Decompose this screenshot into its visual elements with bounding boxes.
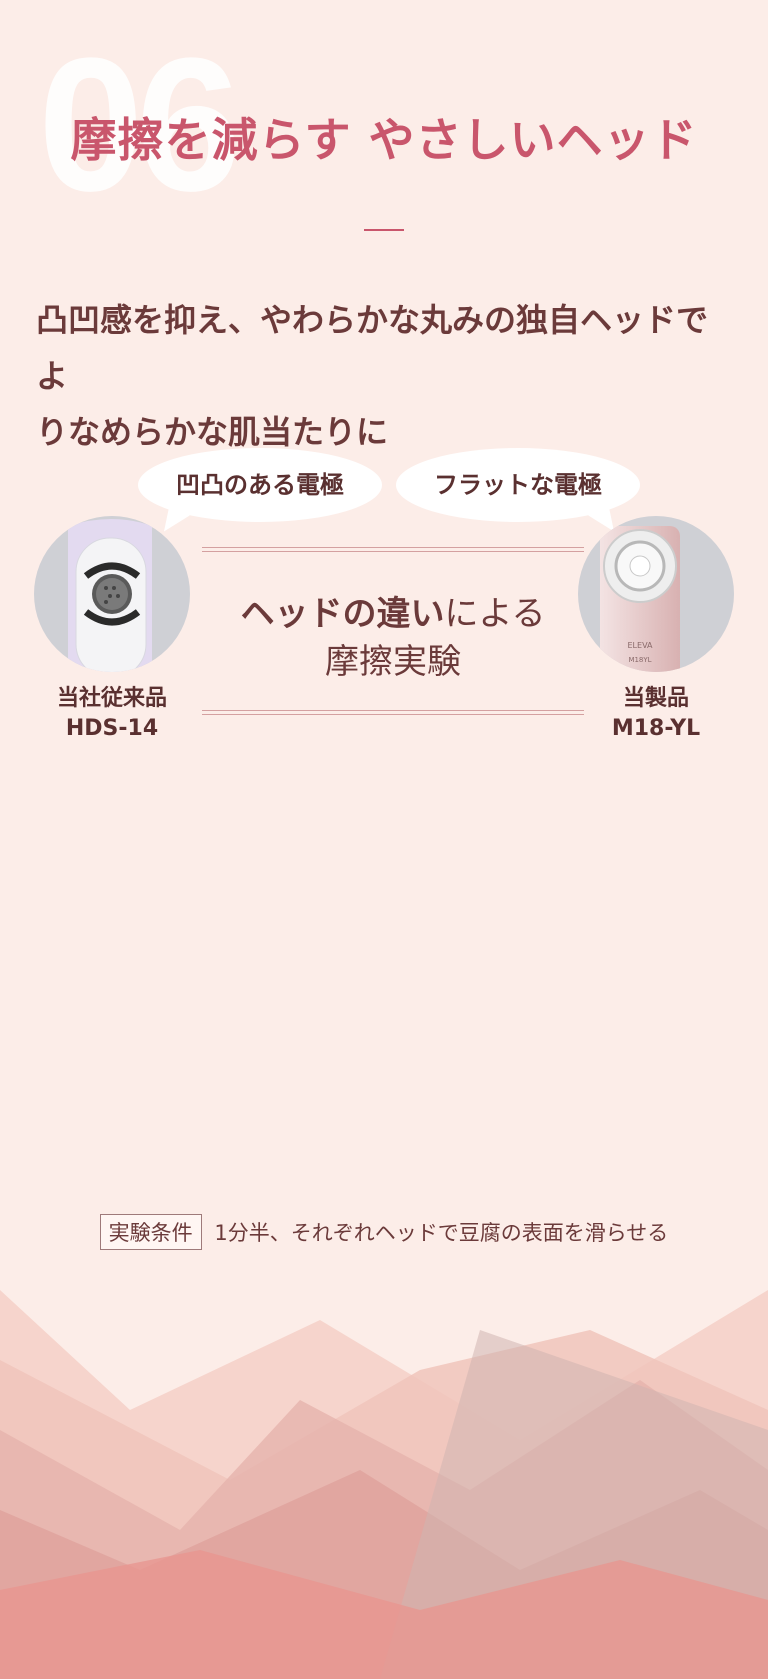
speech-bubble-flat: フラットな電極 xyxy=(396,448,640,539)
old-product-model: HDS-14 xyxy=(65,716,159,741)
conditions-label: 実験条件 xyxy=(99,1214,202,1250)
old-product-label: 当社従来品 xyxy=(56,686,167,711)
experiment-title: ヘッドの違いによる 摩擦実験 xyxy=(202,590,584,686)
section-title: 摩擦を減らす やさしいヘッド xyxy=(70,113,698,167)
experiment-title-rest: による xyxy=(444,594,546,634)
new-product-label: 当製品 xyxy=(622,686,689,711)
old-product-head-image xyxy=(34,516,190,672)
experiment-title-line-1: ヘッドの違いによる xyxy=(202,590,584,638)
lead-line-2: りなめらかな肌当たりに xyxy=(36,413,389,451)
new-product-model: M18-YL xyxy=(611,716,701,741)
bubble-label-flat: フラットな電極 xyxy=(434,471,602,499)
experiment-conditions: 実験条件 1分半、それぞれヘッドで豆腐の表面を滑らせる xyxy=(0,1214,768,1250)
frame-line-bottom xyxy=(202,714,584,715)
new-product-head-image: ELEVA M18YL xyxy=(578,516,734,672)
speech-bubble-bumpy: 凹凸のある電極 xyxy=(138,448,382,539)
device-print: ELEVA xyxy=(628,641,654,650)
new-product-caption: 当製品 M18-YL xyxy=(576,684,736,744)
title-divider xyxy=(364,229,404,231)
device-print: M18YL xyxy=(628,656,651,664)
lead-line-1: 凸凹感を抑え、やわらかな丸みの独自ヘッドでよ xyxy=(36,301,709,395)
frame-line-bottom xyxy=(202,710,584,711)
frame-line-top xyxy=(202,547,584,548)
experiment-title-line-2: 摩擦実験 xyxy=(325,642,461,682)
bubble-label-bumpy: 凹凸のある電極 xyxy=(176,471,344,499)
experiment-title-bold: ヘッドの違い xyxy=(240,594,445,634)
lead-text: 凸凹感を抑え、やわらかな丸みの独自ヘッドでよ りなめらかな肌当たりに xyxy=(36,292,736,460)
frame-line-top xyxy=(202,551,584,552)
mountain-background xyxy=(0,1290,768,1679)
conditions-text: 1分半、それぞれヘッドで豆腐の表面を滑らせる xyxy=(214,1221,669,1245)
old-product-caption: 当社従来品 HDS-14 xyxy=(32,684,192,744)
